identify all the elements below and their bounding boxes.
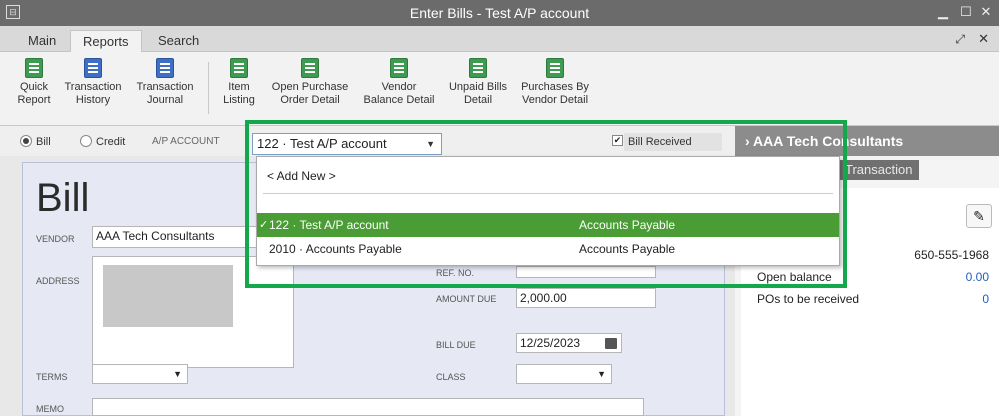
vendor-balance-detail-label: Vendor Balance Detail (363, 81, 435, 106)
terms-select[interactable]: ▼ (92, 364, 188, 384)
terms-label: TERMS (36, 372, 68, 382)
title-bar: ⊟ Enter Bills - Test A/P account ▁ ☐ ✕ (0, 0, 999, 26)
maximize-icon[interactable]: ☐ (958, 4, 974, 20)
bill-due-field[interactable]: 12/25/2023 (516, 333, 622, 353)
amount-due-label: AMOUNT DUE (436, 294, 497, 304)
highlight-box (245, 120, 847, 288)
transaction-journal-icon (156, 58, 174, 78)
transaction-journal-button[interactable]: Transaction Journal (132, 58, 198, 107)
minimize-icon[interactable]: ▁ (935, 4, 951, 20)
vendor-balance-detail-button[interactable]: Vendor Balance Detail (358, 58, 440, 107)
reports-toolbar: Quick Report Transaction History Transac… (0, 52, 999, 126)
tab-main[interactable]: Main (16, 30, 68, 52)
item-listing-icon (230, 58, 248, 78)
open-po-detail-label: Open Purchase Order Detail (271, 81, 349, 106)
ap-account-label: A/P ACCOUNT (152, 136, 220, 147)
bill-due-label: BILL DUE (436, 340, 476, 350)
vendor-field[interactable]: AAA Tech Consultants (92, 226, 262, 248)
open-balance-value[interactable]: 0.00 (966, 270, 989, 284)
address-redacted-block (103, 265, 233, 327)
bill-due-value: 12/25/2023 (520, 336, 581, 350)
class-select[interactable]: ▼ (516, 364, 612, 384)
transaction-history-icon (84, 58, 102, 78)
window-title: Enter Bills - Test A/P account (409, 5, 590, 21)
pos-to-be-received-value[interactable]: 0 (982, 292, 989, 306)
open-po-icon (301, 58, 319, 78)
item-listing-button[interactable]: Item Listing (216, 58, 262, 107)
transaction-journal-label: Transaction Journal (136, 81, 194, 106)
vendor-balance-icon (390, 58, 408, 78)
ribbon-tabs: Main Reports Search ⤢ ✕ (0, 26, 999, 52)
bill-radio[interactable] (20, 135, 32, 147)
expand-icon[interactable]: ⤢ (955, 32, 965, 47)
chevron-down-icon[interactable]: ▼ (173, 365, 182, 383)
vendor-phone: 650-555-1968 (914, 248, 989, 262)
tab-reports[interactable]: Reports (70, 30, 142, 52)
form-title: Bill (36, 176, 90, 220)
tab-search[interactable]: Search (146, 30, 211, 52)
memo-field[interactable] (92, 398, 644, 416)
class-label: CLASS (436, 372, 466, 382)
unpaid-bills-detail-label: Unpaid Bills Detail (448, 81, 508, 106)
purchases-vendor-icon (546, 58, 564, 78)
amount-due-field[interactable]: 2,000.00 (516, 288, 656, 308)
memo-label: MEMO (36, 404, 64, 414)
unpaid-bills-icon (469, 58, 487, 78)
quick-report-button[interactable]: Quick Report (14, 58, 54, 107)
close-icon[interactable]: ✕ (978, 4, 994, 20)
vendor-value: AAA Tech Consultants (96, 229, 215, 243)
item-listing-label: Item Listing (223, 81, 255, 106)
toolbar-divider (208, 62, 209, 114)
purchases-by-vendor-button[interactable]: Purchases By Vendor Detail (516, 58, 594, 107)
pos-to-be-received-label: POs to be received (757, 292, 860, 306)
bill-radio-label: Bill (36, 136, 51, 148)
vendor-label: VENDOR (36, 234, 75, 244)
quick-report-icon (25, 58, 43, 78)
chevron-down-icon[interactable]: ▼ (597, 365, 606, 383)
unpaid-bills-detail-button[interactable]: Unpaid Bills Detail (442, 58, 514, 107)
edit-icon[interactable]: ✎ (966, 204, 992, 228)
address-label: ADDRESS (36, 276, 80, 286)
transaction-history-button[interactable]: Transaction History (60, 58, 126, 107)
purchases-by-vendor-label: Purchases By Vendor Detail (521, 81, 589, 106)
credit-radio[interactable] (80, 135, 92, 147)
transaction-history-label: Transaction History (64, 81, 122, 106)
open-po-detail-button[interactable]: Open Purchase Order Detail (266, 58, 354, 107)
close-panel-icon[interactable]: ✕ (978, 31, 989, 47)
quick-report-label: Quick Report (17, 81, 51, 106)
tab-transaction[interactable]: Transaction (839, 160, 919, 180)
calendar-icon[interactable] (605, 338, 617, 349)
credit-radio-label: Credit (96, 136, 126, 148)
amount-due-value: 2,000.00 (520, 291, 567, 305)
